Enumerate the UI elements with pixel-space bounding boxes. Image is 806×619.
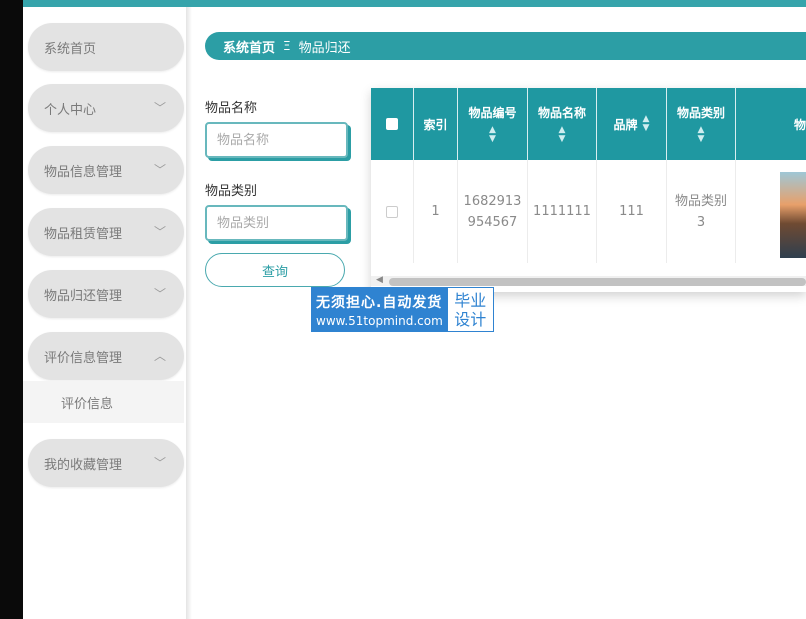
sidebar-item-label: 物品信息管理 xyxy=(44,164,123,180)
sort-icon[interactable]: ▲ ▼ xyxy=(643,115,650,133)
column-header-label: 品牌 xyxy=(613,117,638,132)
sidebar-item-item-return[interactable]: 物品归还管理 ﹀ xyxy=(28,270,184,318)
cell-item-name: 1111111 xyxy=(528,160,597,263)
cell-category-line: 3 xyxy=(696,214,706,230)
breadcrumb-separator-icon: Ξ xyxy=(283,39,291,53)
sidebar-item-label: 系统首页 xyxy=(44,41,97,57)
sidebar-item-label: 物品租赁管理 xyxy=(44,226,123,242)
table-header: 索引 物品编号 ▲▼ 物品名称 ▲▼ 品牌 ▲▼ 物品类别 ▲▼ 物品 xyxy=(371,88,806,160)
sidebar-divider xyxy=(186,7,192,619)
sidebar-item-home[interactable]: 系统首页 xyxy=(28,23,184,71)
watermark-badge: 毕业 设计 xyxy=(445,288,493,331)
chevron-down-icon: ﹀ xyxy=(153,287,166,301)
submenu-item-review[interactable]: 评价信息 xyxy=(23,381,184,423)
column-header-item-name[interactable]: 物品名称 ▲ ▼ xyxy=(528,88,597,160)
sidebar-item-favorites[interactable]: 我的收藏管理 ﹀ xyxy=(28,439,184,487)
sidebar-item-label: 评价信息管理 xyxy=(44,350,123,366)
column-header-index[interactable]: 索引 xyxy=(414,88,458,160)
sort-icon[interactable]: ▲ ▼ xyxy=(559,126,566,144)
column-header-label: 物品类别 xyxy=(676,106,725,120)
search-button[interactable]: 查询 xyxy=(205,253,345,287)
table-row[interactable]: 1 1682913 954567 1111111 111 物品类别 3 xyxy=(371,160,806,263)
breadcrumb-home-link[interactable]: 系统首页 xyxy=(223,37,275,56)
sort-icon[interactable]: ▲ ▼ xyxy=(489,126,496,144)
cell-category-line: 物品类别 xyxy=(674,193,727,209)
column-header-label: 物品名称 xyxy=(537,106,586,120)
watermark-text-block: 无须担心.自动发货 www.51topmind.com xyxy=(312,288,446,331)
breadcrumb-current: 物品归还 xyxy=(298,40,351,56)
chevron-down-icon: ﹀ xyxy=(153,101,166,115)
cell-item-no-line: 954567 xyxy=(467,214,518,230)
column-header-label: 物品 xyxy=(793,117,806,132)
chevron-down-icon: ﹀ xyxy=(153,225,166,239)
chevron-down-icon: ﹀ xyxy=(153,456,166,470)
chevron-up-icon: ︿ xyxy=(153,349,166,363)
top-accent-bar xyxy=(23,0,806,7)
item-name-input[interactable] xyxy=(205,122,348,158)
data-table: 索引 物品编号 ▲▼ 物品名称 ▲▼ 品牌 ▲▼ 物品类别 ▲▼ 物品 1 xyxy=(371,88,806,292)
column-header-label: 索引 xyxy=(423,117,448,132)
scroll-left-arrow-icon[interactable]: ◀ xyxy=(376,275,383,285)
item-image-thumbnail[interactable] xyxy=(780,172,806,258)
select-all-header xyxy=(371,88,414,160)
sidebar: 系统首页 个人中心 ﹀ 物品信息管理 ﹀ 物品租赁管理 ﹀ 物品归还管理 ﹀ 评… xyxy=(23,7,188,619)
submenu-item-label: 评价信息 xyxy=(61,396,114,412)
breadcrumb: 系统首页 Ξ 物品归还 xyxy=(205,32,806,60)
watermark-url: www.51topmind.com xyxy=(316,313,443,328)
column-header-brand[interactable]: 品牌 ▲ ▼ xyxy=(597,88,667,160)
column-header-label: 物品编号 xyxy=(468,106,517,120)
column-header-item-no[interactable]: 物品编号 ▲ ▼ xyxy=(458,88,528,160)
watermark-badge-top: 毕业 xyxy=(454,290,487,310)
sort-icon[interactable]: ▲ ▼ xyxy=(698,126,705,144)
watermark-banner: 无须担心.自动发货 www.51topmind.com 毕业 设计 xyxy=(311,287,494,332)
cell-index: 1 xyxy=(414,160,458,263)
item-category-label: 物品类别 xyxy=(205,184,258,199)
watermark-slogan: 无须担心.自动发货 xyxy=(316,294,443,311)
sidebar-item-item-info[interactable]: 物品信息管理 ﹀ xyxy=(28,146,184,194)
select-all-checkbox[interactable] xyxy=(386,118,398,130)
chevron-down-icon: ﹀ xyxy=(153,163,166,177)
sidebar-item-label: 个人中心 xyxy=(44,102,97,118)
cell-brand: 111 xyxy=(597,160,667,263)
sidebar-item-label: 我的收藏管理 xyxy=(44,457,123,473)
sidebar-item-item-rental[interactable]: 物品租赁管理 ﹀ xyxy=(28,208,184,256)
cell-item-no: 1682913 954567 xyxy=(458,160,528,263)
sidebar-item-personal-center[interactable]: 个人中心 ﹀ xyxy=(28,84,184,132)
item-category-input[interactable] xyxy=(205,205,348,241)
sidebar-item-label: 物品归还管理 xyxy=(44,288,123,304)
row-checkbox[interactable] xyxy=(386,205,398,218)
item-name-label: 物品名称 xyxy=(205,101,258,116)
horizontal-scrollbar-thumb[interactable] xyxy=(389,278,806,286)
row-select-cell xyxy=(371,160,414,263)
column-header-category[interactable]: 物品类别 ▲ ▼ xyxy=(667,88,736,160)
sidebar-item-review-info[interactable]: 评价信息管理 ︿ xyxy=(28,332,184,380)
cell-item-no-line: 1682913 xyxy=(463,193,522,209)
left-edge-strip xyxy=(0,0,23,619)
cell-category: 物品类别 3 xyxy=(667,160,736,263)
column-header-image[interactable]: 物品 xyxy=(736,88,806,160)
watermark-badge-bottom: 设计 xyxy=(454,309,487,329)
